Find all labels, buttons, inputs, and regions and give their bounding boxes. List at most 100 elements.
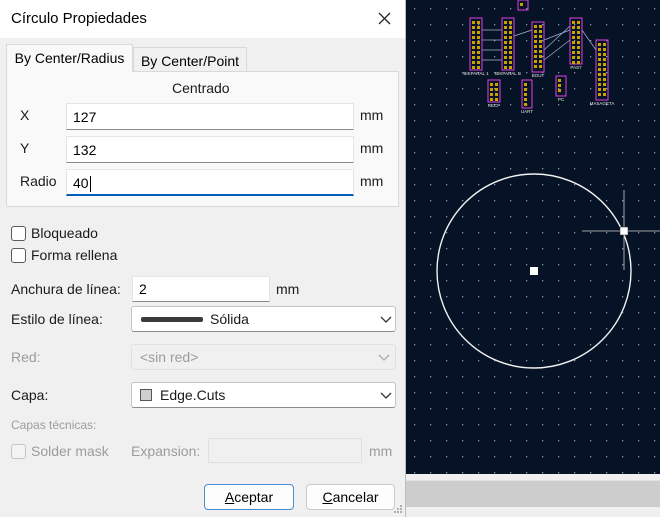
radius-value: 40 xyxy=(73,175,89,191)
grid-dot xyxy=(494,152,496,154)
title-bar[interactable]: Círculo Propiedades xyxy=(0,0,405,38)
grid-dot xyxy=(606,200,608,202)
grid-dot xyxy=(622,88,624,90)
grid-dot xyxy=(526,216,528,218)
footprint-pad xyxy=(577,26,580,29)
grid-dot xyxy=(414,376,416,378)
line-style-select[interactable]: Sólida xyxy=(131,306,396,332)
grid-dot xyxy=(558,56,560,58)
grid-dot xyxy=(606,392,608,394)
grid-dot xyxy=(622,440,624,442)
grid-dot xyxy=(606,376,608,378)
grid-dot xyxy=(654,200,656,202)
grid-dot xyxy=(446,440,448,442)
grid-dot xyxy=(558,200,560,202)
grid-dot xyxy=(414,232,416,234)
grid-dot xyxy=(654,376,656,378)
grid-dot xyxy=(494,56,496,58)
grid-dot xyxy=(558,184,560,186)
grid-dot xyxy=(574,312,576,314)
grid-dot xyxy=(526,312,528,314)
accept-button[interactable]: Aceptar xyxy=(204,484,294,510)
grid-dot xyxy=(494,376,496,378)
layer-label: Capa: xyxy=(11,387,49,403)
grid-dot xyxy=(478,456,480,458)
locked-checkbox[interactable] xyxy=(11,226,26,241)
footprint-pad xyxy=(477,26,480,29)
radius-input[interactable]: 40 xyxy=(66,169,354,196)
grid-dot xyxy=(414,408,416,410)
grid-dot xyxy=(526,200,528,202)
tab-by-center-point[interactable]: By Center/Point xyxy=(133,47,247,73)
grid-dot xyxy=(414,72,416,74)
footprint-pad xyxy=(534,55,537,58)
grid-dot xyxy=(462,136,464,138)
x-input[interactable]: 127 xyxy=(66,103,354,130)
grid-dot xyxy=(622,72,624,74)
grid-dot xyxy=(462,152,464,154)
horizontal-scrollbar[interactable] xyxy=(406,480,660,507)
footprint-pad xyxy=(477,51,480,54)
grid-dot xyxy=(414,8,416,10)
resize-grip-icon[interactable] xyxy=(392,503,404,515)
grid-dot xyxy=(462,248,464,250)
grid-dot xyxy=(590,248,592,250)
grid-dot xyxy=(622,152,624,154)
pcb-canvas[interactable]: BIKPARAL 1 BIKPARAL B BOUT PAS7 MASAGETA RECP… xyxy=(406,0,660,474)
grid-dot xyxy=(446,200,448,202)
footprint-pad xyxy=(603,63,606,66)
locked-label[interactable]: Bloqueado xyxy=(31,225,98,241)
grid-dot xyxy=(590,184,592,186)
footprint-pad xyxy=(472,66,475,69)
grid-dot xyxy=(430,152,432,154)
grid-dot xyxy=(526,56,528,58)
grid-dot xyxy=(622,408,624,410)
footprint-pad xyxy=(504,46,507,49)
footprint-pad xyxy=(577,36,580,39)
layer-select[interactable]: Edge.Cuts xyxy=(131,382,396,408)
grid-dot xyxy=(638,408,640,410)
grid-dot xyxy=(526,24,528,26)
grid-dot xyxy=(494,296,496,298)
grid-dot xyxy=(574,376,576,378)
grid-dot xyxy=(526,248,528,250)
pcb-drawing[interactable]: BIKPARAL 1 BIKPARAL B BOUT PAS7 MASAGETA RECP… xyxy=(406,0,660,474)
grid-dot xyxy=(542,56,544,58)
grid-dot xyxy=(446,456,448,458)
line-width-input[interactable]: 2 xyxy=(132,276,270,302)
grid-dot xyxy=(446,360,448,362)
grid-dot xyxy=(574,328,576,330)
chevron-down-icon xyxy=(378,354,390,361)
grid-dot xyxy=(638,344,640,346)
y-input[interactable]: 132 xyxy=(66,136,354,163)
footprint-pad xyxy=(572,26,575,29)
grid-dot xyxy=(510,152,512,154)
grid-dot xyxy=(606,136,608,138)
footprint-pad xyxy=(603,53,606,56)
grid-dot xyxy=(462,120,464,122)
grid-dot xyxy=(494,456,496,458)
grid-dot xyxy=(430,216,432,218)
grid-dot xyxy=(542,328,544,330)
filled-label[interactable]: Forma rellena xyxy=(31,247,117,263)
grid-dot xyxy=(558,104,560,106)
grid-dot xyxy=(654,408,656,410)
grid-dot xyxy=(430,280,432,282)
group-title-centrado: Centrado xyxy=(172,80,230,96)
cancel-mnemonic: C xyxy=(322,489,333,505)
radius-handle xyxy=(619,226,629,236)
y-label: Y xyxy=(20,140,30,156)
filled-checkbox[interactable] xyxy=(11,248,26,263)
cancel-button[interactable]: Cancelar xyxy=(306,484,395,510)
grid-dot xyxy=(462,440,464,442)
grid-dot xyxy=(622,360,624,362)
close-button[interactable] xyxy=(370,6,398,32)
grid-dot xyxy=(494,232,496,234)
grid-dot xyxy=(606,328,608,330)
grid-dot xyxy=(622,104,624,106)
tab-by-center-radius[interactable]: By Center/Radius xyxy=(6,44,133,72)
footprint-pad xyxy=(598,63,601,66)
expansion-unit: mm xyxy=(369,443,393,459)
grid-dot xyxy=(430,232,432,234)
footprint-pad xyxy=(509,56,512,59)
